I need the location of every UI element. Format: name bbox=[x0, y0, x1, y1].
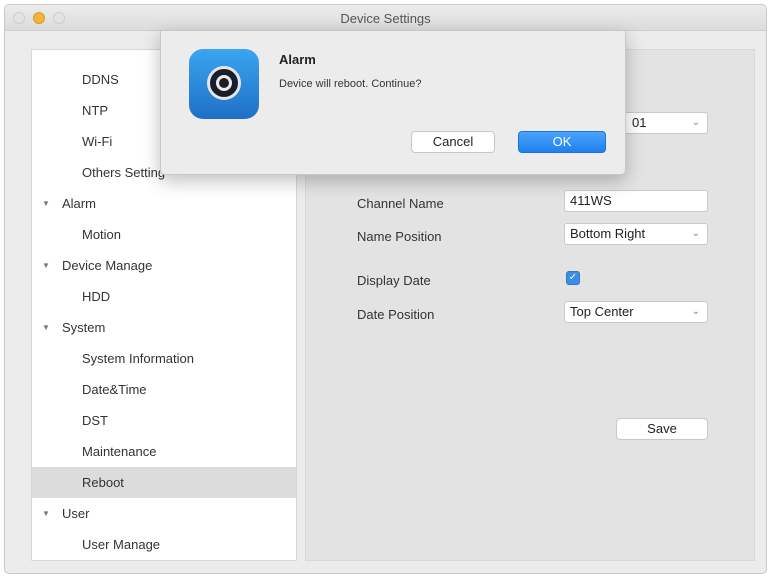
cancel-button[interactable]: Cancel bbox=[411, 131, 495, 153]
reboot-confirm-dialog: Alarm Device will reboot. Continue? Canc… bbox=[160, 30, 626, 175]
sidebar-item-reboot[interactable]: Reboot bbox=[32, 467, 296, 498]
sidebar-group-label: Device Manage bbox=[62, 258, 153, 273]
title-bar: Device Settings bbox=[5, 5, 766, 31]
display-date-label: Display Date bbox=[357, 273, 431, 288]
sidebar-item-maintenance[interactable]: Maintenance bbox=[32, 436, 296, 467]
sidebar-item-hdd[interactable]: HDD bbox=[32, 281, 296, 312]
sidebar-group-label: System bbox=[62, 320, 106, 335]
sidebar-group-user[interactable]: ▼ User bbox=[32, 498, 296, 529]
sidebar-group-label: User bbox=[62, 506, 90, 521]
sidebar-item-label: DDNS bbox=[82, 72, 119, 87]
sidebar-item-label: System Information bbox=[82, 351, 194, 366]
display-date-checkbox[interactable]: ✓ bbox=[566, 271, 580, 285]
disclosure-triangle-icon[interactable]: ▼ bbox=[42, 188, 50, 219]
name-position-value: Bottom Right bbox=[570, 226, 646, 241]
sidebar-group-label: Alarm bbox=[62, 196, 96, 211]
name-position-label: Name Position bbox=[357, 229, 442, 244]
name-position-select[interactable]: Bottom Right ⌄ bbox=[564, 223, 708, 245]
channel-name-label: Channel Name bbox=[357, 196, 444, 211]
ok-button[interactable]: OK bbox=[518, 131, 606, 153]
app-icon-center bbox=[216, 75, 232, 91]
sidebar-item-label: Motion bbox=[82, 227, 122, 242]
sidebar-item-dst[interactable]: DST bbox=[32, 405, 296, 436]
chevron-down-icon: ⌄ bbox=[691, 228, 700, 239]
date-position-label: Date Position bbox=[357, 307, 435, 322]
disclosure-triangle-icon[interactable]: ▼ bbox=[42, 250, 50, 281]
sidebar-item-label: HDD bbox=[82, 289, 111, 304]
sidebar-item-label: User Manage bbox=[82, 537, 161, 552]
sidebar-item-user-manage[interactable]: User Manage bbox=[32, 529, 296, 560]
chevron-down-icon: ⌄ bbox=[691, 117, 700, 128]
sidebar-group-system[interactable]: ▼ System bbox=[32, 312, 296, 343]
sidebar-item-label: Others Setting bbox=[82, 165, 166, 180]
app-icon bbox=[189, 49, 259, 119]
sidebar-item-label: Maintenance bbox=[82, 444, 157, 459]
sidebar-group-device-manage[interactable]: ▼ Device Manage bbox=[32, 250, 296, 281]
disclosure-triangle-icon[interactable]: ▼ bbox=[42, 498, 50, 529]
disclosure-triangle-icon[interactable]: ▼ bbox=[42, 312, 50, 343]
sidebar-item-motion[interactable]: Motion bbox=[32, 219, 296, 250]
save-button[interactable]: Save bbox=[616, 418, 708, 440]
sidebar-item-system-information[interactable]: System Information bbox=[32, 343, 296, 374]
sidebar-item-label: DST bbox=[82, 413, 108, 428]
date-position-value: Top Center bbox=[570, 304, 634, 319]
sidebar-item-date-time[interactable]: Date&Time bbox=[32, 374, 296, 405]
date-position-select[interactable]: Top Center ⌄ bbox=[564, 301, 708, 323]
chevron-down-icon: ⌄ bbox=[691, 306, 700, 317]
sidebar-item-label: Date&Time bbox=[82, 382, 147, 397]
sidebar-item-label: Reboot bbox=[82, 475, 124, 490]
sidebar-item-label: NTP bbox=[82, 103, 108, 118]
window-title: Device Settings bbox=[340, 11, 431, 26]
dialog-message: Device will reboot. Continue? bbox=[279, 78, 422, 90]
checkmark-icon: ✓ bbox=[568, 272, 578, 283]
dialog-title: Alarm bbox=[279, 52, 316, 67]
channel-name-input[interactable]: 411WS bbox=[564, 190, 708, 212]
sidebar-group-alarm[interactable]: ▼ Alarm bbox=[32, 188, 296, 219]
sidebar-item-label: Wi-Fi bbox=[82, 134, 113, 149]
